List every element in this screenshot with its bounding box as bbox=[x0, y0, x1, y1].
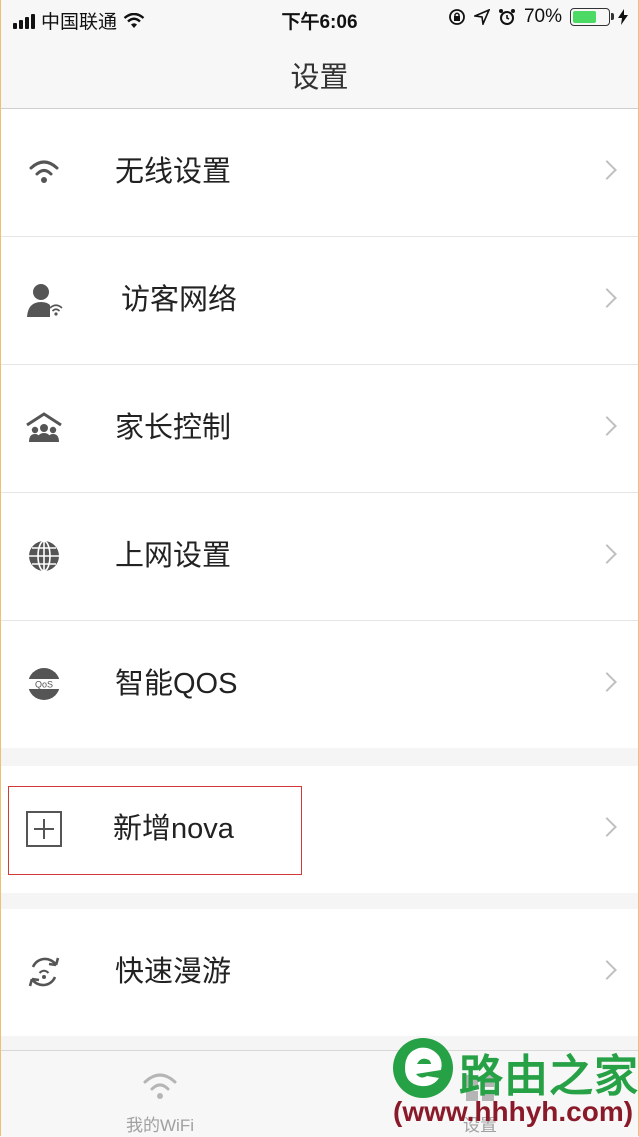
settings-item-fast-roaming[interactable]: 快速漫游 bbox=[1, 909, 638, 1036]
settings-item-wireless[interactable]: 无线设置 bbox=[1, 109, 638, 237]
chevron-right-icon bbox=[597, 544, 617, 564]
alarm-icon bbox=[498, 9, 515, 25]
page-title: 设置 bbox=[290, 62, 349, 94]
settings-item-label: 无线设置 bbox=[115, 156, 232, 188]
settings-group-roaming: 快速漫游 bbox=[1, 909, 638, 1036]
family-icon bbox=[26, 412, 62, 442]
watermark: 路由之家 (www.hhhyh.com) bbox=[391, 1036, 639, 1136]
roaming-icon bbox=[28, 957, 60, 987]
settings-item-label: 智能QOS bbox=[115, 668, 238, 700]
navigation-bar: 设置 bbox=[1, 36, 638, 109]
battery-icon bbox=[570, 8, 614, 26]
rotation-lock-icon bbox=[449, 9, 465, 25]
battery-fill bbox=[573, 11, 596, 23]
settings-item-label: 上网设置 bbox=[115, 540, 232, 572]
status-bar: 中国联通 下午6:06 70% bbox=[1, 0, 638, 36]
guest-user-icon bbox=[27, 284, 63, 317]
settings-item-label: 家长控制 bbox=[115, 412, 232, 444]
settings-item-label: 快速漫游 bbox=[115, 956, 232, 988]
wifi-icon bbox=[29, 160, 59, 183]
settings-group-main: 无线设置 访客网络 家长控制 上网设置 QoS 智能QOS bbox=[1, 109, 638, 748]
wifi-icon bbox=[143, 1073, 177, 1099]
settings-group-add: 新增nova bbox=[1, 766, 638, 893]
svg-text:QoS: QoS bbox=[35, 680, 53, 690]
plus-square-icon bbox=[26, 811, 62, 847]
settings-item-internet[interactable]: 上网设置 bbox=[1, 493, 638, 621]
settings-item-guest-network[interactable]: 访客网络 bbox=[1, 237, 638, 365]
chevron-right-icon bbox=[597, 672, 617, 692]
tab-label: 我的WiFi bbox=[126, 1116, 194, 1135]
status-right: 70% bbox=[448, 6, 628, 28]
location-icon bbox=[473, 9, 490, 25]
settings-item-label: 访客网络 bbox=[121, 284, 238, 316]
qos-icon: QoS bbox=[28, 668, 60, 700]
globe-icon bbox=[29, 540, 59, 572]
watermark-brand: 路由之家 bbox=[459, 1052, 639, 1101]
settings-item-label: 新增nova bbox=[113, 813, 234, 845]
battery-percent: 70% bbox=[523, 6, 562, 27]
settings-item-smart-qos[interactable]: QoS 智能QOS bbox=[1, 621, 638, 748]
tab-my-wifi[interactable]: 我的WiFi bbox=[100, 1051, 220, 1137]
chevron-right-icon bbox=[597, 288, 617, 308]
chevron-right-icon bbox=[597, 160, 617, 180]
watermark-logo-icon bbox=[393, 1038, 453, 1098]
watermark-url: (www.hhhyh.com) bbox=[393, 1096, 634, 1127]
chevron-right-icon bbox=[597, 817, 617, 837]
settings-item-parental-control[interactable]: 家长控制 bbox=[1, 365, 638, 493]
charging-icon bbox=[618, 9, 628, 25]
chevron-right-icon bbox=[597, 416, 617, 436]
settings-item-add-nova[interactable]: 新增nova bbox=[1, 766, 638, 893]
chevron-right-icon bbox=[597, 960, 617, 980]
